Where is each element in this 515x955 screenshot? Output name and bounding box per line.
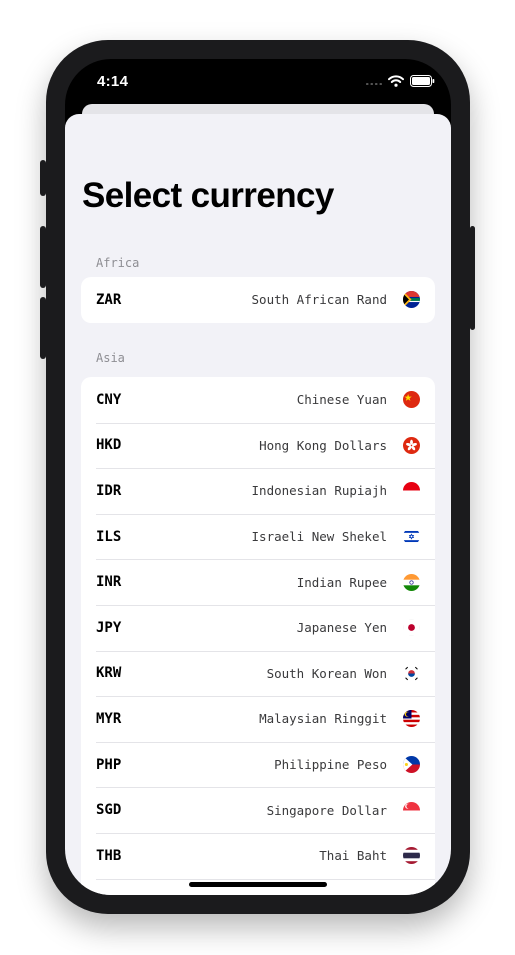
section-header-asia: Asia [96,351,125,365]
singapore-flag-icon [403,801,420,819]
status-icons [366,75,435,87]
currency-row-myr[interactable]: MYR Malaysian Ringgit [81,696,435,742]
hong-kong-flag-icon [403,436,420,454]
currency-code: INR [96,574,122,591]
south-korea-flag-icon [403,664,420,682]
currency-code: IDR [96,482,122,499]
home-indicator[interactable] [189,882,327,887]
thailand-flag-icon [403,847,420,865]
page-title: Select currency [82,176,334,215]
currency-name: Thai Baht [319,848,387,864]
currency-group-asia: CNY Chinese Yuan HKD Hong Kong Dollars I… [81,377,435,895]
currency-code: PHP [96,756,122,773]
currency-name: Japanese Yen [296,620,387,636]
status-time: 4:14 [97,73,129,90]
currency-code: THB [96,847,122,864]
volume-down-button [40,297,46,359]
notch [151,59,365,89]
section-header-africa: Africa [96,256,140,270]
battery-icon [410,75,435,87]
currency-row-jpy[interactable]: JPY Japanese Yen [81,604,435,651]
cellular-signal-icon [366,83,382,85]
currency-row-idr[interactable]: IDR Indonesian Rupiajh [81,468,435,514]
currency-row-cny[interactable]: CNY Chinese Yuan [81,377,435,423]
silent-switch [40,160,46,196]
currency-row-hkd[interactable]: HKD Hong Kong Dollars [81,422,435,469]
currency-name: Malaysian Ringgit [259,711,387,727]
currency-code: KRW [96,665,122,682]
currency-row-php[interactable]: PHP Philippine Peso [81,741,435,788]
currency-name: Singapore Dollar [266,802,387,818]
philippines-flag-icon [403,756,420,774]
currency-name: South Korean Won [266,665,387,681]
currency-row-inr[interactable]: INR Indian Rupee [81,559,435,605]
indonesia-flag-icon [403,482,420,500]
currency-code: JPY [96,619,122,636]
currency-sheet: Select currency Africa ZAR South African… [65,114,451,895]
malaysia-flag-icon [403,710,420,728]
currency-row-krw[interactable]: KRW South Korean Won [81,650,435,697]
currency-name: Indian Rupee [296,574,387,590]
power-button [470,226,475,330]
currency-code: ZAR [96,291,122,308]
currency-code: MYR [96,710,122,727]
currency-row-thb[interactable]: THB Thai Baht [81,832,435,879]
currency-row-zar[interactable]: ZAR South African Rand [81,277,435,323]
currency-name: Philippine Peso [274,757,387,773]
currency-row-sgd[interactable]: SGD Singapore Dollar [81,787,435,833]
japan-flag-icon [403,619,420,637]
india-flag-icon [403,573,420,591]
currency-code: HKD [96,437,122,454]
screen: 4:14 Select currency Africa ZAR South Af… [65,59,451,895]
china-flag-icon [403,391,420,409]
currency-code: SGD [96,802,122,819]
currency-code: ILS [96,528,122,545]
currency-name: Chinese Yuan [296,392,387,408]
israel-flag-icon [403,528,420,546]
wifi-icon [388,75,404,87]
currency-group-africa: ZAR South African Rand [81,277,435,323]
currency-name: Hong Kong Dollars [259,437,387,453]
currency-row-ils[interactable]: ILS Israeli New Shekel [81,513,435,560]
south-africa-flag-icon [403,291,420,309]
currency-name: Indonesian Rupiajh [251,483,387,499]
currency-name: South African Rand [251,292,387,308]
currency-code: CNY [96,391,122,408]
volume-up-button [40,226,46,288]
currency-name: Israeli New Shekel [251,529,387,545]
